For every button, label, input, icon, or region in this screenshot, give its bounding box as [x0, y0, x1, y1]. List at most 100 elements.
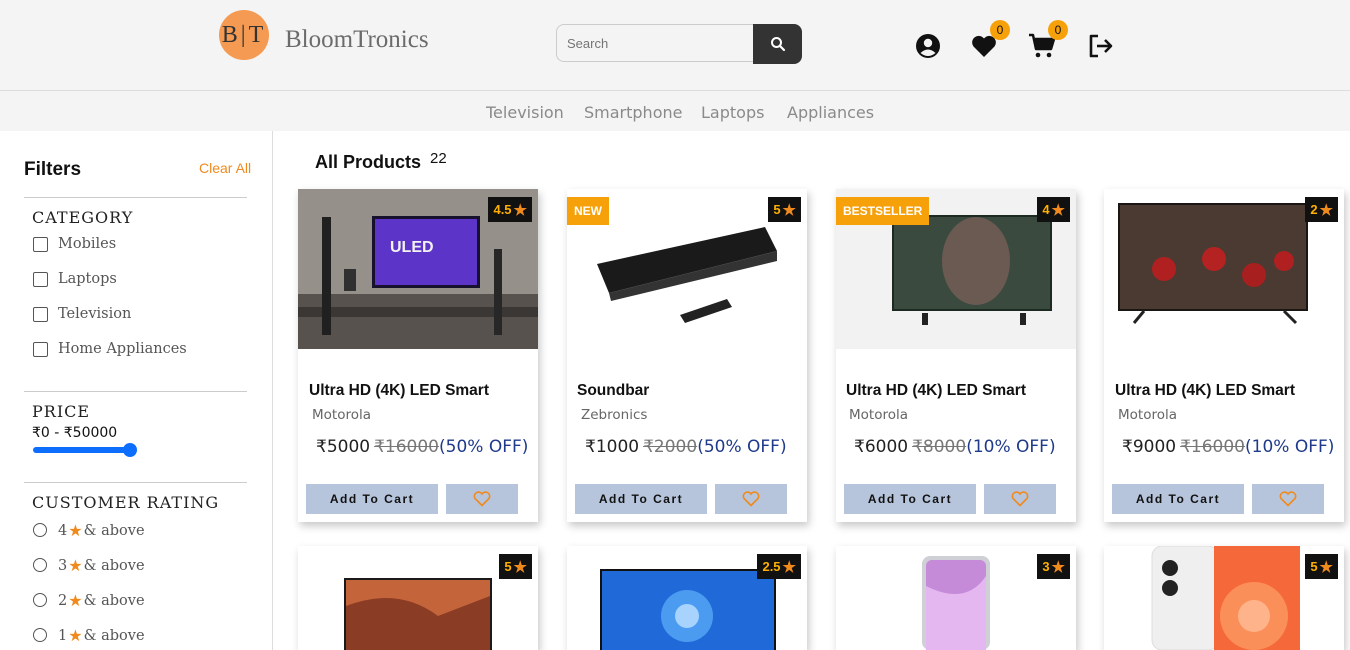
wishlist-button[interactable]: 0: [970, 20, 1010, 60]
nav-item-appliances[interactable]: Appliances: [787, 103, 874, 122]
current-price: ₹1000: [585, 437, 640, 457]
star-icon: ★: [513, 558, 527, 576]
account-button[interactable]: [914, 32, 942, 60]
product-price: ₹5000 ₹16000(50% OFF): [316, 437, 528, 457]
category-label-television: Television: [58, 306, 132, 322]
rating-value: 5: [504, 559, 512, 574]
product-price: ₹6000 ₹8000(10% OFF): [854, 437, 1056, 457]
cart-button[interactable]: 0: [1028, 20, 1068, 60]
checkbox-television[interactable]: [33, 307, 48, 322]
rating-value: 3: [1042, 559, 1050, 574]
star-icon: ★: [68, 626, 83, 645]
rating-badge: 4.5 ★: [488, 197, 532, 222]
divider: [24, 391, 247, 392]
rating-option-2: 2 ★ & above: [58, 591, 145, 610]
rating-badge: 4 ★: [1037, 197, 1070, 222]
search-bar: [556, 24, 802, 64]
add-to-wishlist-button[interactable]: [446, 484, 518, 514]
product-card[interactable]: 5 ★: [1104, 546, 1344, 650]
product-brand: Zebronics: [581, 407, 648, 423]
nav-item-laptops[interactable]: Laptops: [701, 103, 764, 122]
rating-suffix: & above: [83, 627, 145, 644]
add-to-cart-button[interactable]: Add To Cart: [844, 484, 976, 514]
product-price: ₹1000 ₹2000(50% OFF): [585, 437, 787, 457]
rating-value: 5: [1310, 559, 1318, 574]
radio-rating-1[interactable]: [33, 628, 47, 642]
add-to-wishlist-button[interactable]: [715, 484, 787, 514]
rating-value: 5: [773, 202, 781, 217]
original-price: ₹16000: [1180, 437, 1245, 457]
search-icon: [770, 37, 785, 52]
rating-heading: CUSTOMER RATING: [32, 493, 220, 512]
heart-outline-icon: [473, 491, 491, 507]
rating-badge: 3 ★: [1037, 554, 1070, 579]
star-icon: ★: [1319, 558, 1333, 576]
product-name[interactable]: Ultra HD (4K) LED Smart: [846, 382, 1026, 400]
rating-badge: 2 ★: [1305, 197, 1338, 222]
rating-value: 2: [1310, 202, 1318, 217]
product-card[interactable]: 2.5 ★: [567, 546, 807, 650]
nav-item-smartphone[interactable]: Smartphone: [584, 103, 682, 122]
product-card[interactable]: BESTSELLER 4 ★ Ultra HD (4K) LED Smart Mo…: [836, 189, 1076, 522]
product-brand: Motorola: [312, 407, 371, 423]
search-input[interactable]: [556, 24, 753, 62]
price-heading: PRICE: [32, 402, 91, 421]
rating-value: 4.5: [493, 202, 512, 217]
rating-value: 2.5: [762, 559, 781, 574]
category-label-mobiles: Mobiles: [58, 236, 117, 252]
category-nav: Television Smartphone Laptops Appliances: [0, 91, 1350, 131]
category-heading: CATEGORY: [32, 208, 134, 227]
product-card[interactable]: ULED 4.5 ★ Ultra HD (4K) LED Smart Motoro…: [298, 189, 538, 522]
checkbox-laptops[interactable]: [33, 272, 48, 287]
logo[interactable]: B|T: [219, 10, 269, 60]
original-price: ₹16000: [374, 437, 439, 457]
star-icon: ★: [782, 201, 796, 219]
product-card[interactable]: 2 ★ Ultra HD (4K) LED Smart Motorola ₹900…: [1104, 189, 1344, 522]
brand-name[interactable]: BloomTronics: [285, 26, 429, 54]
page-title: All Products: [315, 152, 422, 172]
product-card[interactable]: NEW 5 ★ Soundbar Zebronics ₹1000 ₹2000(50%…: [567, 189, 807, 522]
product-card[interactable]: 3 ★: [836, 546, 1076, 650]
clear-all-button[interactable]: Clear All: [199, 160, 251, 176]
add-to-cart-button[interactable]: Add To Cart: [306, 484, 438, 514]
current-price: ₹9000: [1122, 437, 1177, 457]
discount-text: (10% OFF): [966, 437, 1056, 457]
original-price: ₹8000: [912, 437, 967, 457]
rating-value: 3: [58, 557, 68, 574]
star-icon: ★: [1051, 558, 1065, 576]
rating-option-3: 3 ★ & above: [58, 556, 145, 575]
add-to-cart-button[interactable]: Add To Cart: [575, 484, 707, 514]
new-tag: NEW: [567, 197, 609, 225]
product-count: 22: [430, 150, 447, 167]
price-range-text: ₹0 - ₹50000: [32, 425, 118, 441]
product-card[interactable]: 5 ★: [298, 546, 538, 650]
product-name[interactable]: Ultra HD (4K) LED Smart: [309, 382, 489, 400]
price-slider[interactable]: [33, 443, 137, 457]
checkbox-home-appliances[interactable]: [33, 342, 48, 357]
radio-rating-4[interactable]: [33, 523, 47, 537]
checkbox-mobiles[interactable]: [33, 237, 48, 252]
product-brand: Motorola: [849, 407, 908, 423]
rating-suffix: & above: [83, 557, 145, 574]
product-name[interactable]: Soundbar: [577, 382, 649, 400]
add-to-wishlist-button[interactable]: [1252, 484, 1324, 514]
current-price: ₹6000: [854, 437, 909, 457]
heart-outline-icon: [1011, 491, 1029, 507]
star-icon: ★: [68, 591, 83, 610]
price-slider-handle[interactable]: [123, 443, 137, 457]
category-label-laptops: Laptops: [58, 271, 117, 287]
search-button[interactable]: [753, 24, 802, 64]
add-to-cart-button[interactable]: Add To Cart: [1112, 484, 1244, 514]
nav-item-television[interactable]: Television: [486, 103, 564, 122]
radio-rating-2[interactable]: [33, 593, 47, 607]
logout-button[interactable]: [1087, 32, 1115, 60]
add-to-wishlist-button[interactable]: [984, 484, 1056, 514]
rating-value: 4: [58, 522, 68, 539]
logout-icon: [1089, 34, 1113, 58]
logo-letters: B|T: [221, 21, 267, 48]
bestseller-tag: BESTSELLER: [836, 197, 930, 225]
discount-text: (50% OFF): [439, 437, 529, 457]
filters-title: Filters: [24, 159, 82, 180]
product-name[interactable]: Ultra HD (4K) LED Smart: [1115, 382, 1295, 400]
radio-rating-3[interactable]: [33, 558, 47, 572]
